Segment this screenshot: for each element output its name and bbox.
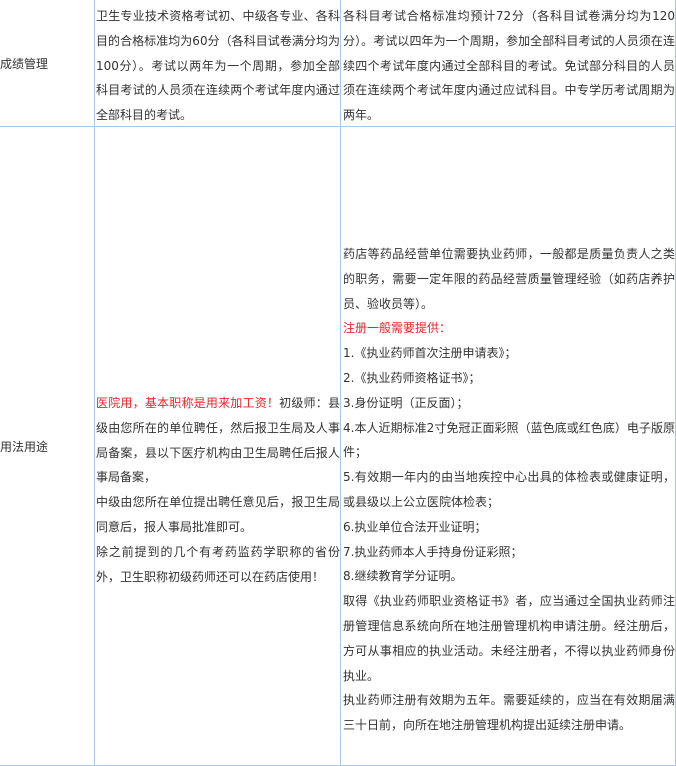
pharmacist-score-cell: 各科目考试合格标准均预计72分（各科目试卷满分均为120分）。考试以四年为一个周… [343, 9, 675, 123]
list-item: 1.《执业药师首次注册申请表》； [343, 346, 517, 361]
registration-heading: 注册一般需要提供： [343, 321, 452, 336]
list-item: 2.《执业药师资格证书》； [343, 370, 481, 385]
registration-paragraph: 取得《执业药师职业资格证书》者，应当通过全国执业药师注册管理信息系统向所在地注册… [343, 594, 675, 683]
list-item: 4.本人近期标准2寸免冠正面彩照（蓝色底或红色底）电子版原件； [343, 420, 675, 460]
comparison-table: 成绩管理 卫生专业技术资格考试初、中级各专业、各科目的合格标准均为60分（各科目… [0, 0, 676, 766]
intro-paragraph: 药店等药品经营单位需要执业药师，一般都是质量负责人之类的职务，需要一定年限的药品… [343, 247, 675, 311]
row-label: 成绩管理 [0, 56, 49, 71]
row-label-usage: 用法用途 [0, 127, 94, 765]
row-label: 用法用途 [0, 439, 49, 454]
renewal-paragraph: 执业药师注册有效期为五年。需要延续的，应当在有效期届满三十日前，向所在地注册管理… [343, 693, 675, 733]
health-title-usage-cell: 医院用，基本职称是用来加工资！初级师：县级由您所在的单位聘任，然后报卫生局及人事… [95, 391, 340, 589]
usage-paragraph: 医院用，基本职称是用来加工资！初级师：县级由您所在的单位聘任，然后报卫生局及人事… [96, 391, 340, 490]
usage-paragraph: 除之前提到的几个有考药监药学职称的省份外，卫生职称初级药师还可以在药店使用！ [96, 544, 340, 584]
list-item: 5.有效期一年内的由当地疾控中心出具的体检表或健康证明，或县级以上公立医院体检表… [343, 470, 675, 509]
usage-paragraph: 中级由您所在单位提出聘任意见后，报卫生局同意后，报人事局批准即可。 [96, 495, 340, 534]
list-item: 6.执业单位合法开业证明； [343, 519, 487, 534]
highlight-text: 医院用，基本职称是用来加工资！ [96, 396, 280, 410]
list-item: 8.继续教育学分证明。 [343, 569, 463, 584]
pharmacist-usage-cell: 药店等药品经营单位需要执业药师，一般都是质量负责人之类的职务，需要一定年限的药品… [341, 242, 675, 738]
list-item: 7.执业药师本人手持身份证彩照； [343, 544, 523, 559]
row-label-score-management: 成绩管理 [0, 0, 94, 126]
health-title-score-cell: 卫生专业技术资格考试初、中级各专业、各科目的合格标准均为60分（各科目试卷满分均… [96, 9, 340, 123]
list-item: 3.身份证明（正反面）； [343, 395, 469, 410]
